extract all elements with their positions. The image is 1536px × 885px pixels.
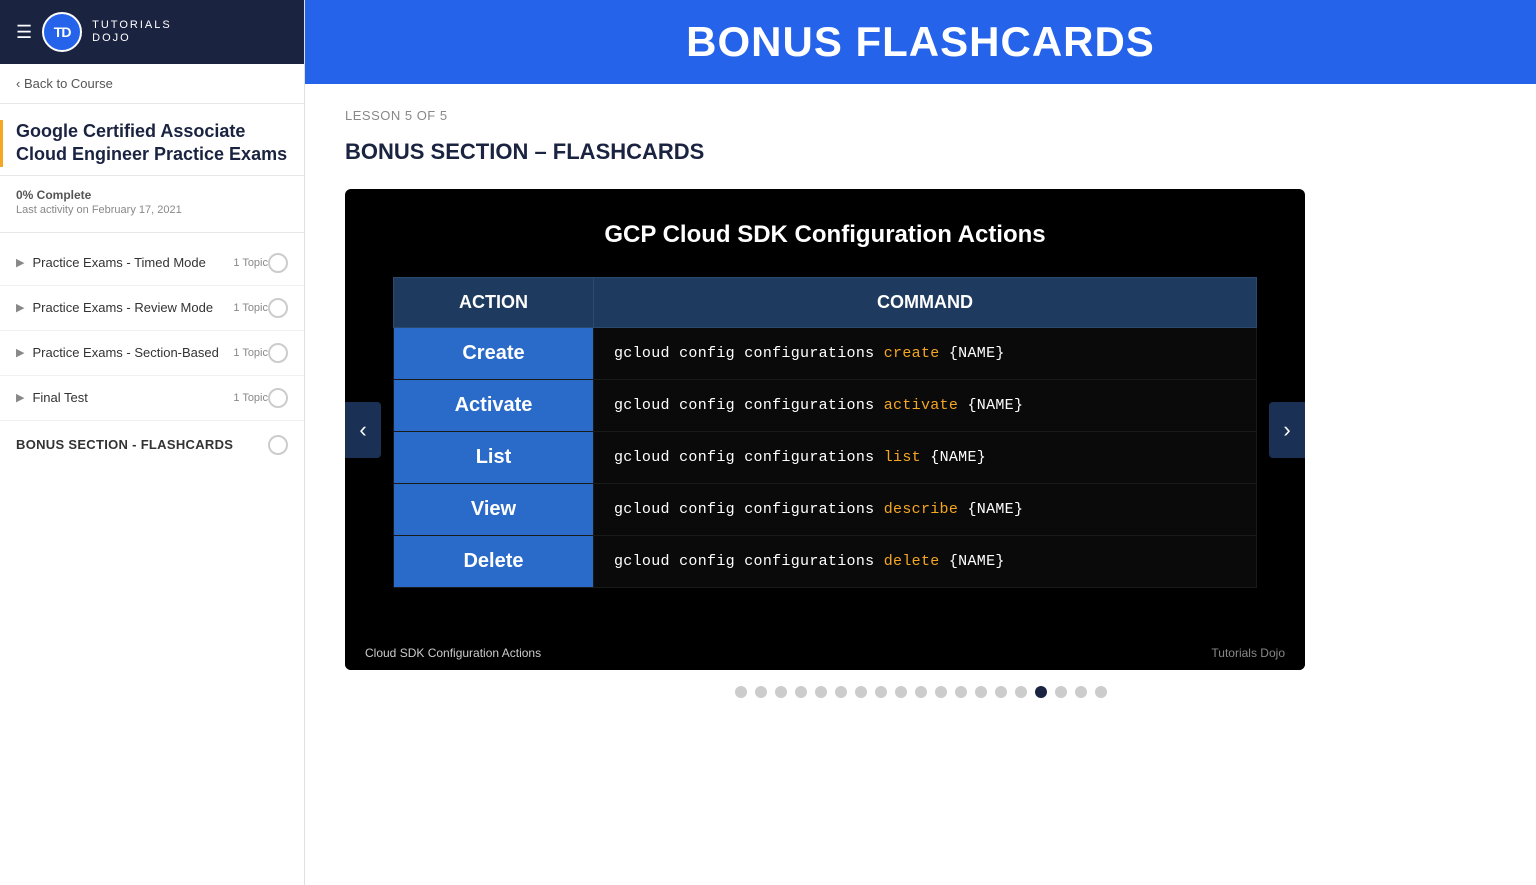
sidebar-header: ☰ TD TUTORIALS DOJO bbox=[0, 0, 304, 64]
chevron-right-icon: ▶ bbox=[16, 256, 24, 269]
card-footer: Cloud SDK Configuration Actions Tutorial… bbox=[345, 636, 1305, 670]
carousel-dot[interactable] bbox=[875, 686, 887, 698]
sidebar-item-final-test[interactable]: ▶ Final Test 1 Topic bbox=[0, 376, 304, 421]
sidebar-item-timed-mode-left: ▶ Practice Exams - Timed Mode bbox=[16, 255, 233, 270]
sdk-table: ACTION COMMAND Create gcloud config conf… bbox=[393, 277, 1257, 588]
action-activate: Activate bbox=[394, 380, 594, 432]
main-content: BONUS FLASHCARDS LESSON 5 OF 5 BONUS SEC… bbox=[305, 0, 1536, 885]
table-row: Delete gcloud config configurations dele… bbox=[394, 536, 1257, 588]
carousel-dot[interactable] bbox=[1095, 686, 1107, 698]
command-delete: gcloud config configurations delete {NAM… bbox=[594, 536, 1257, 588]
sidebar-item-review-mode-circle bbox=[268, 298, 288, 318]
chevron-right-icon: ▶ bbox=[16, 391, 24, 404]
sidebar-item-review-mode-label: Practice Exams - Review Mode bbox=[32, 300, 213, 315]
carousel-dot[interactable] bbox=[935, 686, 947, 698]
carousel-dot[interactable] bbox=[1015, 686, 1027, 698]
sidebar-item-timed-mode[interactable]: ▶ Practice Exams - Timed Mode 1 Topic bbox=[0, 241, 304, 286]
carousel-dot[interactable] bbox=[955, 686, 967, 698]
action-view: View bbox=[394, 484, 594, 536]
col-action-header: ACTION bbox=[394, 278, 594, 328]
sidebar-item-bonus-flashcards[interactable]: BONUS SECTION - FLASHCARDS bbox=[0, 421, 304, 469]
course-title: Google Certified Associate Cloud Enginee… bbox=[0, 104, 304, 176]
sidebar-item-final-test-left: ▶ Final Test bbox=[16, 390, 233, 405]
table-row: View gcloud config configurations descri… bbox=[394, 484, 1257, 536]
content-area: LESSON 5 OF 5 BONUS SECTION – FLASHCARDS… bbox=[305, 84, 1536, 885]
sidebar-item-section-based[interactable]: ▶ Practice Exams - Section-Based 1 Topic bbox=[0, 331, 304, 376]
flashcard-container: ‹ GCP Cloud SDK Configuration Actions AC… bbox=[345, 189, 1305, 670]
prev-arrow-button[interactable]: ‹ bbox=[345, 402, 381, 458]
sidebar-item-final-test-circle bbox=[268, 388, 288, 408]
flashcard-heading: GCP Cloud SDK Configuration Actions bbox=[393, 221, 1257, 249]
sidebar-item-timed-mode-circle bbox=[268, 253, 288, 273]
command-create: gcloud config configurations create {NAM… bbox=[594, 328, 1257, 380]
carousel-dot[interactable] bbox=[1055, 686, 1067, 698]
carousel-dot[interactable] bbox=[835, 686, 847, 698]
progress-percentage: 0% Complete bbox=[16, 188, 288, 202]
progress-date: Last activity on February 17, 2021 bbox=[16, 204, 288, 216]
flashcard-inner: GCP Cloud SDK Configuration Actions ACTI… bbox=[345, 189, 1305, 636]
logo-icon: TD bbox=[42, 12, 82, 52]
table-row: Activate gcloud config configurations ac… bbox=[394, 380, 1257, 432]
sidebar-item-section-based-label: Practice Exams - Section-Based bbox=[32, 345, 218, 360]
command-activate: gcloud config configurations activate {N… bbox=[594, 380, 1257, 432]
sidebar-item-review-mode-topic: 1 Topic bbox=[233, 302, 268, 314]
carousel-dot[interactable] bbox=[895, 686, 907, 698]
carousel-dot[interactable] bbox=[775, 686, 787, 698]
sidebar-item-review-mode[interactable]: ▶ Practice Exams - Review Mode 1 Topic bbox=[0, 286, 304, 331]
carousel-dot[interactable] bbox=[995, 686, 1007, 698]
action-create: Create bbox=[394, 328, 594, 380]
table-row: Create gcloud config configurations crea… bbox=[394, 328, 1257, 380]
action-delete: Delete bbox=[394, 536, 594, 588]
carousel-dot[interactable] bbox=[815, 686, 827, 698]
chevron-right-icon: ▶ bbox=[16, 346, 24, 359]
sidebar-item-timed-mode-label: Practice Exams - Timed Mode bbox=[32, 255, 205, 270]
carousel-dot[interactable] bbox=[1035, 686, 1047, 698]
sidebar-item-section-based-topic: 1 Topic bbox=[233, 347, 268, 359]
sidebar-item-final-test-label: Final Test bbox=[32, 390, 87, 405]
card-footer-left: Cloud SDK Configuration Actions bbox=[365, 646, 541, 660]
carousel-dot[interactable] bbox=[735, 686, 747, 698]
carousel-dot[interactable] bbox=[915, 686, 927, 698]
section-title: BONUS SECTION – FLASHCARDS bbox=[345, 139, 1496, 165]
card-footer-right: Tutorials Dojo bbox=[1211, 646, 1285, 660]
action-list: List bbox=[394, 432, 594, 484]
sidebar: ☰ TD TUTORIALS DOJO ‹ Back to Course Goo… bbox=[0, 0, 305, 885]
chevron-right-icon: ▶ bbox=[16, 301, 24, 314]
sidebar-item-section-based-circle bbox=[268, 343, 288, 363]
sidebar-item-timed-mode-topic: 1 Topic bbox=[233, 257, 268, 269]
next-arrow-button[interactable]: › bbox=[1269, 402, 1305, 458]
top-banner: BONUS FLASHCARDS bbox=[305, 0, 1536, 84]
progress-section: 0% Complete Last activity on February 17… bbox=[0, 176, 304, 233]
sidebar-item-section-based-left: ▶ Practice Exams - Section-Based bbox=[16, 345, 233, 360]
dots-container bbox=[345, 686, 1496, 698]
carousel-dot[interactable] bbox=[755, 686, 767, 698]
carousel-dot[interactable] bbox=[1075, 686, 1087, 698]
sidebar-item-review-mode-left: ▶ Practice Exams - Review Mode bbox=[16, 300, 233, 315]
carousel-dot[interactable] bbox=[855, 686, 867, 698]
command-list: gcloud config configurations list {NAME} bbox=[594, 432, 1257, 484]
sidebar-item-bonus-label: BONUS SECTION - FLASHCARDS bbox=[16, 437, 233, 452]
col-command-header: COMMAND bbox=[594, 278, 1257, 328]
hamburger-icon[interactable]: ☰ bbox=[16, 22, 32, 43]
banner-title: BONUS FLASHCARDS bbox=[686, 18, 1155, 65]
sidebar-item-bonus-circle bbox=[268, 435, 288, 455]
lesson-indicator: LESSON 5 OF 5 bbox=[345, 108, 1496, 123]
logo-text: TUTORIALS DOJO bbox=[92, 19, 172, 45]
carousel-dot[interactable] bbox=[975, 686, 987, 698]
sidebar-item-final-test-topic: 1 Topic bbox=[233, 392, 268, 404]
sidebar-items: ▶ Practice Exams - Timed Mode 1 Topic ▶ … bbox=[0, 233, 304, 477]
carousel-dot[interactable] bbox=[795, 686, 807, 698]
table-row: List gcloud config configurations list {… bbox=[394, 432, 1257, 484]
back-to-course-link[interactable]: ‹ Back to Course bbox=[0, 64, 304, 104]
command-view: gcloud config configurations describe {N… bbox=[594, 484, 1257, 536]
